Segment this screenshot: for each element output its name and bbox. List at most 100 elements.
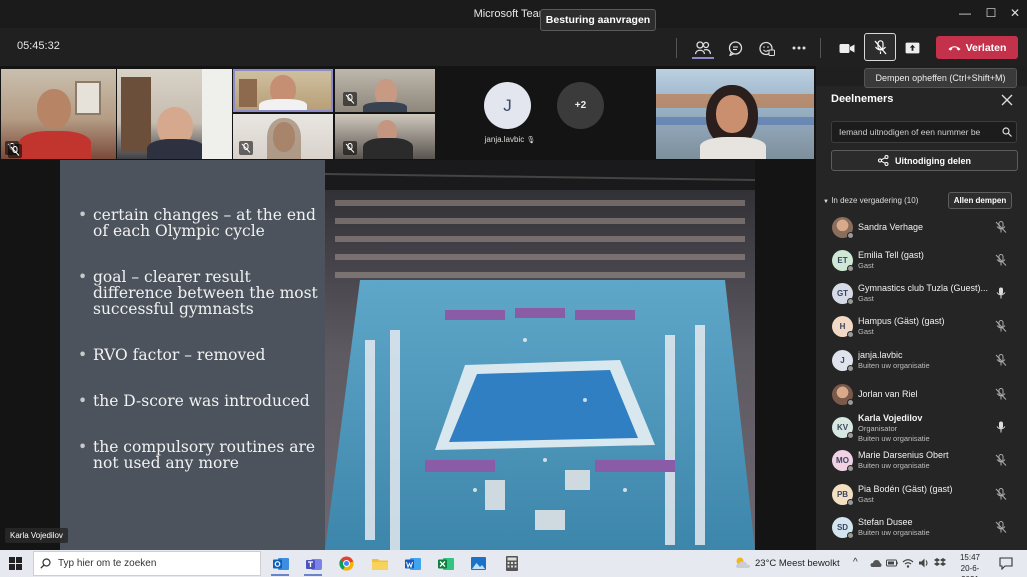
participant-video-tile-active-speaker[interactable] xyxy=(233,69,333,112)
in-meeting-section-header[interactable]: ▼ In deze vergadering (10) xyxy=(823,196,918,205)
participant-name: Karla Vojedilov xyxy=(858,413,923,423)
taskbar-clock[interactable]: 15:4720-6-2021 xyxy=(953,552,987,577)
close-icon[interactable] xyxy=(1001,94,1013,106)
participant-row[interactable]: PB Pia Bodén (Gäst) (gast) Gast xyxy=(822,478,1018,510)
participants-icon[interactable] xyxy=(690,37,716,59)
unmute-tooltip: Dempen opheffen (Ctrl+Shift+M) xyxy=(864,68,1017,88)
mic-icon[interactable] xyxy=(994,286,1008,300)
mic-off-icon[interactable] xyxy=(994,319,1008,333)
excel-icon[interactable] xyxy=(435,553,456,574)
reactions-icon[interactable] xyxy=(754,37,780,59)
search-icon xyxy=(40,558,51,569)
slide-bullet: the D-score was introduced xyxy=(78,393,318,409)
participant-row[interactable]: GT Gymnastics club Tuzla (Guest)... Gast xyxy=(822,277,1018,309)
mic-off-icon[interactable] xyxy=(994,520,1008,534)
participant-avatar: ET xyxy=(832,250,854,272)
participant-video-tile[interactable] xyxy=(656,69,814,159)
camera-icon[interactable] xyxy=(834,37,860,59)
presence-status-icon xyxy=(847,298,854,305)
participant-row[interactable]: SD Stefan Dusee Buiten uw organisatie xyxy=(822,511,1018,543)
wifi-icon[interactable] xyxy=(902,557,914,569)
presence-status-icon xyxy=(847,499,854,506)
participant-avatar: SD xyxy=(832,517,854,539)
presence-status-icon xyxy=(847,265,854,272)
file-explorer-icon[interactable] xyxy=(369,553,390,574)
weather-status[interactable]: 23°C Meest bewolkt xyxy=(755,558,840,569)
participant-video-tile[interactable] xyxy=(335,114,435,159)
participant-name: Marie Darsenius Obert xyxy=(858,450,949,460)
participant-avatar: PB xyxy=(832,484,854,506)
chevron-up-icon[interactable]: ^ xyxy=(853,557,858,568)
participant-avatar: J xyxy=(832,350,854,372)
mic-off-icon[interactable] xyxy=(994,253,1008,267)
cloud-icon[interactable] xyxy=(870,558,882,568)
teams-icon[interactable] xyxy=(303,553,324,574)
chevron-down-icon: ▼ xyxy=(823,199,829,205)
taskbar-search-placeholder: Typ hier om te zoeken xyxy=(58,558,157,569)
dropbox-icon[interactable] xyxy=(934,557,946,569)
slide-bullet-list: certain changes – at the end of each Oly… xyxy=(78,207,318,501)
minimize-button[interactable]: — xyxy=(951,4,979,22)
presence-status-icon xyxy=(847,399,854,406)
invite-search-input[interactable]: Iemand uitnodigen of een nummer be xyxy=(831,121,1017,143)
presence-status-icon xyxy=(847,365,854,372)
outlook-icon[interactable] xyxy=(270,553,291,574)
participant-row[interactable]: Jjanja.lavbic Buiten uw organisatie xyxy=(822,344,1018,376)
slide-bullet: RVO factor – removed xyxy=(78,347,318,363)
mic-off-icon xyxy=(8,144,22,158)
photos-icon[interactable] xyxy=(468,553,489,574)
participant-row[interactable]: H Hampus (Gäst) (gast) Gast xyxy=(822,310,1018,342)
participant-role: Gast xyxy=(858,294,874,303)
participant-organization: Buiten uw organisatie xyxy=(858,434,930,443)
gymnastics-arena-photo xyxy=(325,160,755,550)
calculator-icon[interactable] xyxy=(501,553,522,574)
unmute-button[interactable] xyxy=(864,33,896,61)
participant-name: Sandra Verhage xyxy=(858,222,924,232)
participant-role: Gast xyxy=(858,261,874,270)
share-invite-button[interactable]: Uitnodiging delen xyxy=(831,150,1018,171)
panel-title: Deelnemers xyxy=(831,93,894,105)
more-actions-icon[interactable] xyxy=(786,37,812,59)
mic-off-icon[interactable] xyxy=(994,353,1008,367)
presence-status-icon xyxy=(847,532,854,539)
participant-role: Gast xyxy=(858,495,874,504)
windows-start-icon[interactable] xyxy=(9,557,22,570)
participant-row[interactable]: Sandra Verhage xyxy=(822,211,1018,243)
participant-name: Gymnastics club Tuzla (Guest)... xyxy=(858,283,989,293)
hang-up-icon xyxy=(948,45,961,51)
more-participants-button[interactable]: +2 xyxy=(557,82,604,129)
mic-icon[interactable] xyxy=(994,420,1008,434)
notifications-icon[interactable] xyxy=(999,557,1013,570)
toolbar-divider xyxy=(676,38,677,58)
mic-off-icon[interactable] xyxy=(994,220,1008,234)
participant-avatar: KV xyxy=(832,417,854,439)
mic-off-icon[interactable] xyxy=(994,487,1008,501)
active-app-indicator xyxy=(271,574,289,576)
participant-avatar: MO xyxy=(832,450,854,472)
participant-video-tile[interactable] xyxy=(233,114,333,159)
participant-row[interactable]: KV Karla Vojedilov Organisator Buiten uw or… xyxy=(822,411,1018,443)
participant-role: Buiten uw organisatie xyxy=(858,528,930,537)
leave-button[interactable]: Verlaten xyxy=(936,36,1018,59)
mic-off-icon[interactable] xyxy=(994,387,1008,401)
mic-off-icon[interactable] xyxy=(994,453,1008,467)
battery-icon[interactable] xyxy=(886,558,898,568)
close-window-button[interactable]: ✕ xyxy=(1001,4,1027,22)
participant-avatar[interactable]: J xyxy=(484,82,531,129)
request-control-button[interactable]: Besturing aanvragen xyxy=(540,9,656,31)
participant-row[interactable]: MO Marie Darsenius Obert Buiten uw organis… xyxy=(822,444,1018,476)
participant-video-tile[interactable] xyxy=(335,69,435,112)
mute-all-button[interactable]: Allen dempen xyxy=(948,192,1012,209)
weather-cloud-icon xyxy=(736,557,750,568)
participant-name: Emilia Tell (gast) xyxy=(858,250,924,260)
participant-video-tile[interactable] xyxy=(117,69,232,159)
word-icon[interactable] xyxy=(402,553,423,574)
share-screen-icon[interactable] xyxy=(899,37,925,59)
presence-status-icon xyxy=(847,232,854,239)
participant-row[interactable]: Jorlan van Riel xyxy=(822,378,1018,410)
chat-icon[interactable] xyxy=(722,37,748,59)
slide-bullet: the compulsory routines are not used any… xyxy=(78,439,318,471)
participant-row[interactable]: ET Emilia Tell (gast) Gast xyxy=(822,244,1018,276)
chrome-icon[interactable] xyxy=(336,553,357,574)
volume-icon[interactable] xyxy=(918,557,930,569)
